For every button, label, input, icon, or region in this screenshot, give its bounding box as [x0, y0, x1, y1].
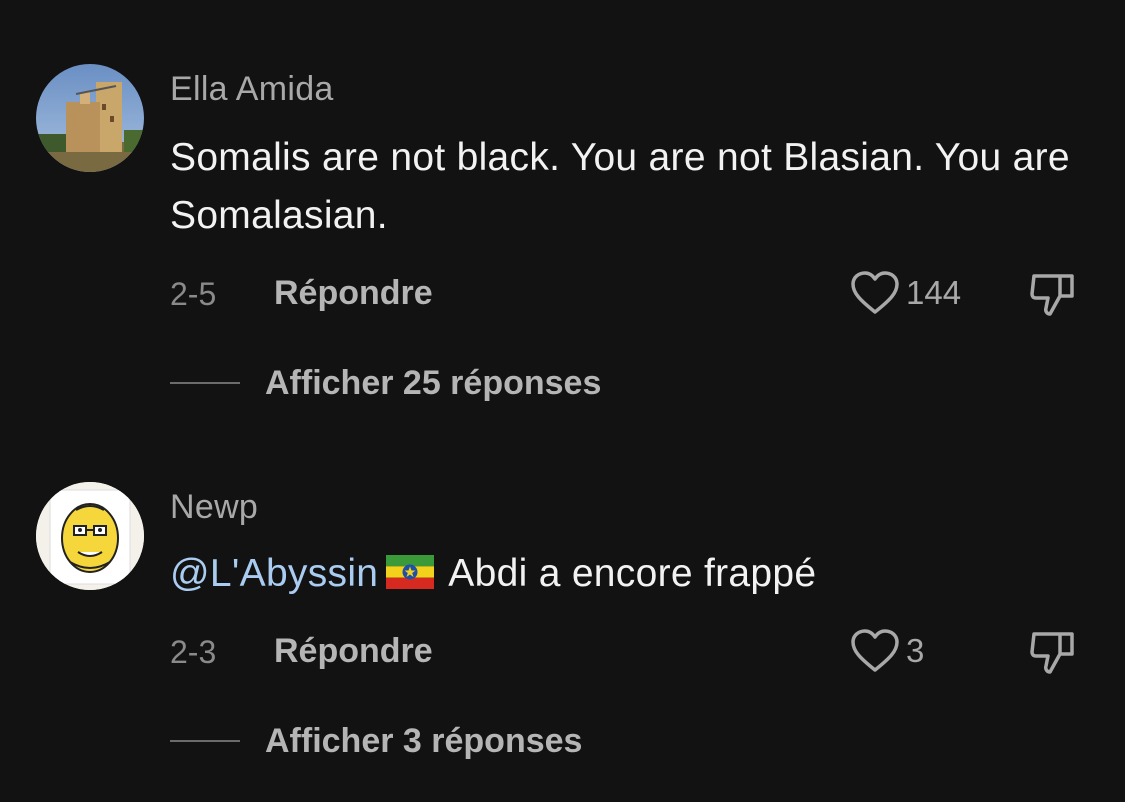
heart-icon	[851, 629, 899, 672]
comment-date: 2-5	[170, 276, 217, 312]
heart-icon	[851, 271, 899, 314]
avatar[interactable]	[36, 64, 144, 172]
like-count: 3	[906, 632, 925, 669]
comment-username[interactable]: Newp	[170, 488, 258, 527]
dislike-button[interactable]	[1028, 270, 1078, 323]
building-photo-avatar	[36, 64, 144, 172]
replies-divider	[170, 382, 240, 384]
thumbs-down-icon	[1030, 632, 1074, 674]
reply-button[interactable]: Répondre	[274, 274, 433, 313]
comment-date: 2-3	[170, 634, 217, 670]
ethiopia-flag-icon	[386, 548, 435, 606]
comment-text: Somalis are not black. You are not Blasi…	[170, 136, 1070, 237]
avatar[interactable]	[36, 482, 144, 590]
like-button[interactable]: 3	[850, 628, 924, 674]
view-replies-button[interactable]: Afficher 25 réponses	[265, 364, 601, 403]
like-button[interactable]: 144	[850, 270, 961, 316]
cartoon-face-avatar	[36, 482, 144, 590]
like-count: 144	[906, 274, 962, 311]
mention-link[interactable]: @L'Abyssin	[170, 552, 378, 595]
comment-body: Abdi a encore frappé	[448, 552, 817, 595]
dislike-button[interactable]	[1028, 628, 1078, 681]
replies-divider	[170, 740, 240, 742]
thumbs-down-icon	[1030, 274, 1074, 316]
view-replies-button[interactable]: Afficher 3 réponses	[265, 722, 582, 761]
comment-text: @L'Abyssin Abdi a encore frappé	[170, 545, 1090, 606]
reply-button[interactable]: Répondre	[274, 632, 433, 671]
comments-page: Ella Amida Somalis are not black. You ar…	[0, 0, 1125, 802]
comment-username[interactable]: Ella Amida	[170, 70, 334, 109]
